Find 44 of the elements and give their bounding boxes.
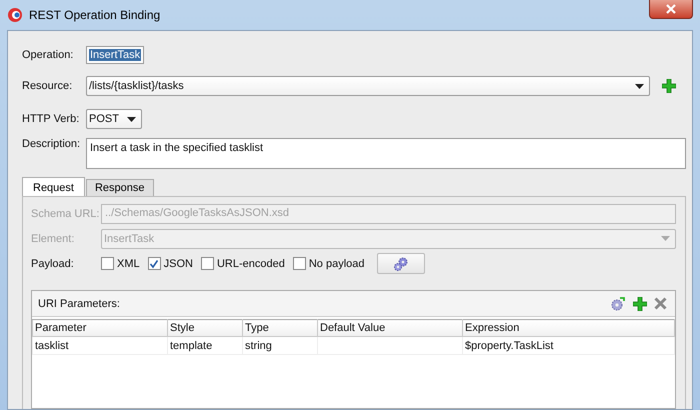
add-button[interactable] <box>660 79 678 93</box>
column-header[interactable]: Type <box>242 320 318 336</box>
app-logo-icon <box>7 7 23 23</box>
checkbox[interactable]: No payload <box>292 257 364 270</box>
window-title: REST Operation Binding <box>29 8 160 22</box>
checkbox[interactable]: JSON <box>148 257 193 270</box>
tab[interactable]: Response <box>86 179 154 196</box>
http-verb-dropdown[interactable]: POST <box>86 109 142 129</box>
field-label: HTTP Verb: <box>22 113 80 125</box>
checkbox[interactable]: XML <box>101 257 140 270</box>
caret-icon <box>635 84 644 88</box>
field-label: Description: <box>22 138 82 150</box>
panel-title: URI Parameters: <box>38 298 120 310</box>
field-label: Element: <box>31 232 76 244</box>
delete-button[interactable] <box>652 296 669 312</box>
table-cell: tasklist <box>32 336 168 354</box>
caret-icon <box>127 116 136 122</box>
field-label: Schema URL: <box>31 208 100 220</box>
column-header[interactable]: Default Value <box>318 320 462 336</box>
table-cell: template <box>168 336 242 354</box>
field-label: Resource: <box>22 80 74 92</box>
plus-icon <box>662 79 676 93</box>
column-header[interactable]: Expression <box>462 320 674 336</box>
tab[interactable]: Request <box>22 177 85 196</box>
gears-icon <box>392 256 408 270</box>
column-header[interactable]: Parameter <box>32 320 168 336</box>
checkbox[interactable]: URL-encoded <box>200 257 285 270</box>
field-label: Payload: <box>31 258 75 270</box>
table-cell: $property.TaskList <box>462 336 674 354</box>
close-icon <box>654 297 667 310</box>
caret-icon <box>661 236 670 241</box>
description-field[interactable]: Insert a task in the specified tasklist <box>86 138 686 169</box>
table-cell: string <box>242 336 318 354</box>
close-button[interactable] <box>649 0 693 19</box>
plus-icon <box>633 296 647 310</box>
column-header[interactable]: Style <box>168 320 242 336</box>
close-icon <box>666 4 676 14</box>
operation-field[interactable]: InsertTask <box>86 46 144 64</box>
gear-icon <box>610 296 626 312</box>
field-label: Operation: <box>22 49 74 61</box>
resource-dropdown[interactable]: /lists/{tasklist}/tasks <box>86 76 650 96</box>
settings-button[interactable] <box>376 253 424 274</box>
add-button[interactable] <box>631 296 649 312</box>
check-icon <box>149 258 160 268</box>
